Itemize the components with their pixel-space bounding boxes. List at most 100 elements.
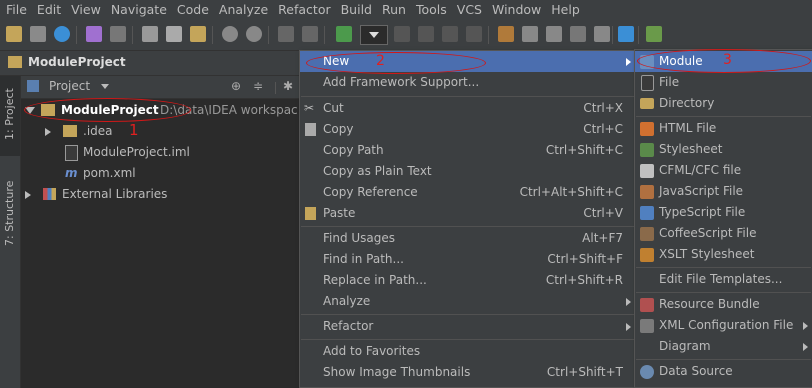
tab-structure[interactable]: 7: Structure xyxy=(0,166,20,256)
project-view-icon xyxy=(27,80,39,92)
forward-icon[interactable] xyxy=(302,26,318,42)
tree-label: External Libraries xyxy=(62,187,168,201)
menu-item-copy-reference[interactable]: Copy Reference Ctrl+Alt+Shift+C xyxy=(300,182,635,203)
menu-help[interactable]: Help xyxy=(545,0,584,20)
tree-item-iml[interactable]: ModuleProject.iml xyxy=(21,142,300,163)
stop-icon[interactable] xyxy=(466,26,482,42)
android-icon[interactable] xyxy=(594,26,610,42)
menu-item-copy[interactable]: Copy Ctrl+C xyxy=(300,119,635,140)
plugin-icon[interactable] xyxy=(646,26,662,42)
submenu-item-html-file[interactable]: HTML File xyxy=(635,118,812,139)
folder-icon xyxy=(63,125,77,137)
menu-navigate[interactable]: Navigate xyxy=(105,0,171,20)
project-panel-header: Project ⊕ ≑ ✱ xyxy=(21,76,300,99)
tree-label: pom.xml xyxy=(83,166,136,180)
undo-icon[interactable] xyxy=(86,26,102,42)
find-icon[interactable] xyxy=(222,26,238,42)
breadcrumb-project[interactable]: ModuleProject xyxy=(28,55,126,69)
submenu-item-directory[interactable]: Directory xyxy=(635,93,812,114)
coverage-icon[interactable] xyxy=(442,26,458,42)
paste-icon[interactable] xyxy=(190,26,206,42)
submenu-item-cfml[interactable]: CFML/CFC file xyxy=(635,160,812,181)
menu-item-add-to-favorites[interactable]: Add to Favorites xyxy=(300,341,635,362)
debug-icon[interactable] xyxy=(418,26,434,42)
submenu-item-typescript[interactable]: TypeScript File xyxy=(635,202,812,223)
tree-item-idea[interactable]: .idea xyxy=(21,121,300,142)
submenu-item-xslt[interactable]: XSLT Stylesheet xyxy=(635,244,812,265)
cut-icon[interactable] xyxy=(142,26,158,42)
save-icon[interactable] xyxy=(30,26,46,42)
replace-icon[interactable] xyxy=(246,26,262,42)
menu-edit[interactable]: Edit xyxy=(31,0,65,20)
submenu-item-javascript[interactable]: JavaScript File xyxy=(635,181,812,202)
submenu-item-stylesheet[interactable]: Stylesheet xyxy=(635,139,812,160)
tree-item-external-libraries[interactable]: External Libraries xyxy=(21,184,300,205)
submenu-item-xml-config[interactable]: XML Configuration File xyxy=(635,315,812,336)
submenu-item-data-source[interactable]: Data Source xyxy=(635,361,812,382)
copy-icon[interactable] xyxy=(166,26,182,42)
menu-item-show-thumbnails[interactable]: Show Image Thumbnails Ctrl+Shift+T xyxy=(300,362,635,383)
submenu-item-file[interactable]: File xyxy=(635,72,812,93)
run-config-dropdown[interactable] xyxy=(360,25,388,45)
expand-arrow-icon[interactable] xyxy=(45,128,51,136)
menu-item-find-usages[interactable]: Find Usages Alt+F7 xyxy=(300,228,635,249)
menu-window[interactable]: Window xyxy=(486,0,545,20)
back-icon[interactable] xyxy=(278,26,294,42)
menu-file[interactable]: File xyxy=(0,0,31,20)
scissors-icon: ✂ xyxy=(304,101,315,115)
annotation-ellipse-1 xyxy=(24,98,191,122)
settings-icon[interactable] xyxy=(546,26,562,42)
menu-item-analyze[interactable]: Analyze xyxy=(300,291,635,312)
submenu-arrow-icon xyxy=(626,58,631,66)
project-structure-icon[interactable] xyxy=(522,26,538,42)
new-submenu: Module File Directory HTML File Styleshe… xyxy=(634,49,812,388)
sync-icon[interactable] xyxy=(54,26,70,42)
tab-project[interactable]: 1: Project xyxy=(0,76,20,156)
project-view-selector[interactable]: Project xyxy=(49,79,90,93)
menu-code[interactable]: Code xyxy=(171,0,213,20)
chevron-down-icon[interactable] xyxy=(101,84,109,89)
collapse-all-icon[interactable]: ≑ xyxy=(253,79,263,93)
locate-icon[interactable]: ⊕ xyxy=(231,79,241,93)
menu-build[interactable]: Build xyxy=(335,0,376,20)
iml-file-icon xyxy=(65,145,78,161)
build-icon[interactable] xyxy=(336,26,352,42)
resource-bundle-icon xyxy=(640,298,654,312)
menu-item-copy-plain[interactable]: Copy as Plain Text xyxy=(300,161,635,182)
run-icon[interactable] xyxy=(394,26,410,42)
annotation-3: 3 xyxy=(723,52,732,68)
tree-item-pom[interactable]: m pom.xml xyxy=(21,163,300,184)
gear-icon[interactable]: ✱ xyxy=(283,79,293,93)
menu-refactor[interactable]: Refactor xyxy=(272,0,334,20)
submenu-item-coffeescript[interactable]: CoffeeScript File xyxy=(635,223,812,244)
menu-tools[interactable]: Tools xyxy=(410,0,451,20)
menu-item-cut[interactable]: ✂ Cut Ctrl+X xyxy=(300,98,635,119)
menu-analyze[interactable]: Analyze xyxy=(213,0,272,20)
submenu-item-edit-templates[interactable]: Edit File Templates... xyxy=(635,269,812,290)
css-file-icon xyxy=(640,143,654,157)
menu-item-copy-path[interactable]: Copy Path Ctrl+Shift+C xyxy=(300,140,635,161)
submenu-item-resource-bundle[interactable]: Resource Bundle xyxy=(635,294,812,315)
folder-icon xyxy=(640,98,654,109)
expand-arrow-icon[interactable] xyxy=(25,191,31,199)
menu-item-add-framework[interactable]: Add Framework Support... xyxy=(300,72,635,93)
cfml-file-icon xyxy=(640,164,654,178)
menu-item-refactor[interactable]: Refactor xyxy=(300,316,635,337)
menu-item-replace-in-path[interactable]: Replace in Path... Ctrl+Shift+R xyxy=(300,270,635,291)
menu-vcs[interactable]: VCS xyxy=(451,0,486,20)
annotation-2: 2 xyxy=(376,53,385,69)
open-folder-icon[interactable] xyxy=(6,26,22,42)
menu-view[interactable]: View xyxy=(65,0,105,20)
ts-file-icon xyxy=(640,206,654,220)
submenu-item-diagram[interactable]: Diagram xyxy=(635,336,812,357)
sdk-icon[interactable] xyxy=(570,26,586,42)
xml-file-icon xyxy=(640,319,654,333)
help-icon[interactable] xyxy=(618,26,634,42)
libraries-icon xyxy=(43,188,56,200)
chevron-down-icon xyxy=(369,32,379,38)
menu-item-find-in-path[interactable]: Find in Path... Ctrl+Shift+F xyxy=(300,249,635,270)
menu-item-paste[interactable]: Paste Ctrl+V xyxy=(300,203,635,224)
vcs-update-icon[interactable] xyxy=(498,26,514,42)
redo-icon[interactable] xyxy=(110,26,126,42)
menu-run[interactable]: Run xyxy=(376,0,410,20)
